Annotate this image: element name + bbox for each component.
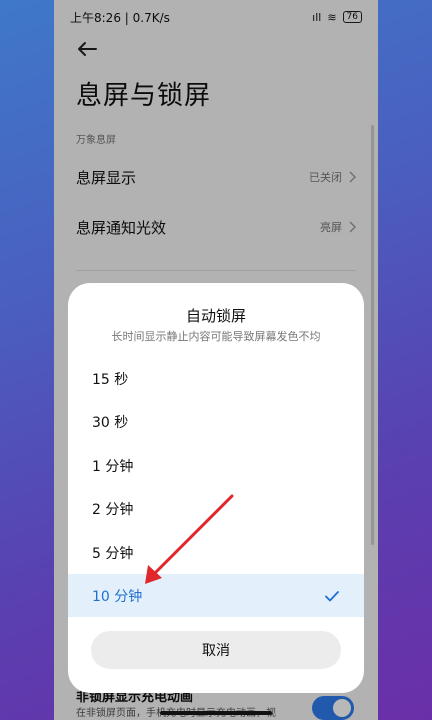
annotation-arrow-icon <box>145 494 234 584</box>
home-indicator[interactable] <box>160 711 272 715</box>
